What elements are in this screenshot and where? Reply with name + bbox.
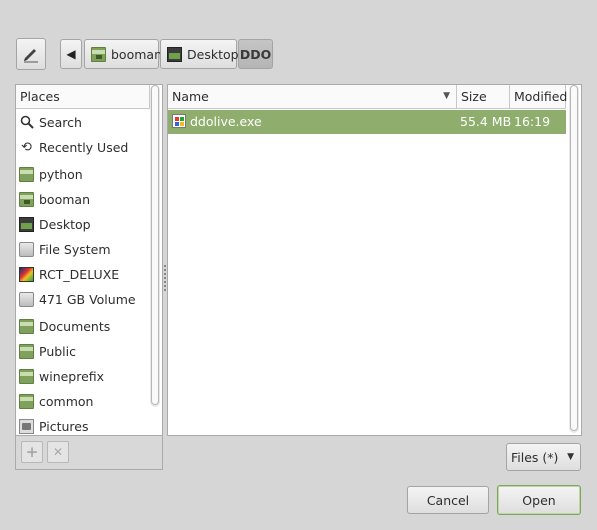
place-label: python xyxy=(39,166,83,182)
place-label: RCT_DELUXE xyxy=(39,266,120,282)
place-item-booman[interactable]: booman xyxy=(16,187,150,211)
file-modified: 16:19 xyxy=(514,114,551,129)
folder-icon xyxy=(19,318,34,334)
places-scrollbar[interactable] xyxy=(150,85,160,407)
place-label: Search xyxy=(39,114,82,130)
place-item-rct-deluxe[interactable]: RCT_DELUXE xyxy=(16,262,150,286)
drive-icon xyxy=(19,291,34,307)
place-label: booman xyxy=(39,191,90,207)
close-icon: ✕ xyxy=(52,445,64,459)
files-scrollbar-thumb[interactable] xyxy=(570,85,578,431)
places-scrollbar-thumb[interactable] xyxy=(151,85,159,405)
column-label: Modified xyxy=(514,89,568,104)
crumb-label: Desktop xyxy=(187,46,239,62)
pictures-folder-icon xyxy=(19,418,34,434)
column-header-name[interactable]: Name ▼ xyxy=(168,85,457,109)
file-row[interactable]: ddolive.exe 55.4 MB 16:19 xyxy=(168,110,566,134)
places-header[interactable]: Places xyxy=(16,85,150,109)
place-label: Pictures xyxy=(39,418,89,434)
filter-label: Files (*) xyxy=(511,449,559,465)
place-label: Documents xyxy=(39,318,111,334)
pane-resize-handle[interactable] xyxy=(164,265,166,291)
drive-icon xyxy=(19,241,34,257)
pencil-icon xyxy=(24,49,38,63)
place-item-pictures[interactable]: Pictures xyxy=(16,414,150,435)
file-name: ddolive.exe xyxy=(190,114,262,129)
home-folder-icon xyxy=(19,191,34,207)
sort-descending-icon: ▼ xyxy=(443,91,450,101)
place-item-wineprefix[interactable]: wineprefix xyxy=(16,364,150,388)
exe-icon xyxy=(172,114,186,128)
crumb-label: DDO xyxy=(239,46,272,62)
column-label: Name xyxy=(172,89,209,104)
crumb-booman[interactable]: booman xyxy=(84,39,162,69)
place-item-search[interactable]: Search xyxy=(16,110,150,134)
file-size: 55.4 MB xyxy=(460,114,512,129)
folder-icon xyxy=(19,393,34,409)
edit-location-button[interactable] xyxy=(16,38,46,70)
crumb-desktop[interactable]: Desktop xyxy=(160,39,239,69)
place-label: Recently Used xyxy=(39,139,129,155)
remove-bookmark-button[interactable]: ✕ xyxy=(47,441,69,463)
file-list: Name ▼ Size Modified ddolive.exe 55.4 MB… xyxy=(167,84,582,436)
crumb-label: booman xyxy=(111,46,162,62)
place-item-common[interactable]: common xyxy=(16,389,150,413)
rct-icon xyxy=(19,266,34,282)
folder-icon xyxy=(19,166,34,182)
folder-icon xyxy=(19,343,34,359)
desktop-icon xyxy=(19,216,34,232)
column-header-size[interactable]: Size xyxy=(457,85,510,109)
cancel-button[interactable]: Cancel xyxy=(407,486,489,514)
file-type-filter[interactable]: Files (*) ▼ xyxy=(506,443,581,471)
places-sidebar: Places Search ⟲ Recently Used python boo… xyxy=(15,84,163,436)
place-label: File System xyxy=(39,241,111,257)
place-item-file-system[interactable]: File System xyxy=(16,237,150,261)
place-item-python[interactable]: python xyxy=(16,162,150,186)
cancel-label: Cancel xyxy=(426,492,470,508)
history-icon: ⟲ xyxy=(21,139,32,155)
place-label: common xyxy=(39,393,94,409)
open-label: Open xyxy=(522,492,556,508)
place-item-471gb-volume[interactable]: 471 GB Volume xyxy=(16,287,150,311)
path-back-button[interactable]: ◀ xyxy=(60,39,82,69)
place-item-desktop[interactable]: Desktop xyxy=(16,212,150,236)
desktop-icon xyxy=(167,46,182,62)
place-item-recently-used[interactable]: ⟲ Recently Used xyxy=(16,135,150,159)
open-button[interactable]: Open xyxy=(497,485,581,515)
triangle-left-icon: ◀ xyxy=(66,47,76,61)
plus-icon: + xyxy=(25,443,39,461)
place-label: 471 GB Volume xyxy=(39,291,136,307)
column-header-modified[interactable]: Modified xyxy=(510,85,568,109)
chevron-down-icon: ▼ xyxy=(567,452,574,462)
place-label: Public xyxy=(39,343,76,359)
files-scrollbar[interactable] xyxy=(569,85,579,433)
folder-icon xyxy=(19,368,34,384)
places-header-label: Places xyxy=(20,89,60,104)
place-item-public[interactable]: Public xyxy=(16,339,150,363)
column-label: Size xyxy=(461,89,487,104)
home-folder-icon xyxy=(91,46,106,62)
place-label: wineprefix xyxy=(39,368,105,384)
search-icon xyxy=(19,115,34,130)
place-label: Desktop xyxy=(39,216,91,232)
crumb-ddo[interactable]: DDO xyxy=(238,39,273,69)
place-item-documents[interactable]: Documents xyxy=(16,314,150,338)
add-bookmark-button[interactable]: + xyxy=(21,441,43,463)
